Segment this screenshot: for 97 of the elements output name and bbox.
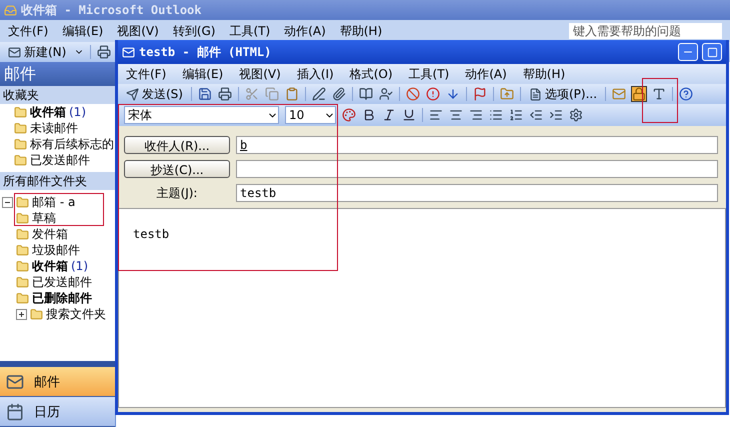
folder-icon bbox=[30, 308, 43, 320]
italic-icon[interactable] bbox=[382, 108, 396, 122]
to-field[interactable]: b bbox=[236, 136, 718, 154]
menu-item[interactable]: 工具(T) bbox=[408, 66, 450, 82]
folder-icon[interactable] bbox=[500, 87, 514, 101]
folder-item[interactable]: 发件箱 bbox=[32, 226, 68, 242]
align-center-icon[interactable] bbox=[449, 108, 463, 122]
send-button[interactable]: 发送(S) bbox=[124, 86, 185, 102]
folder-icon bbox=[14, 106, 27, 118]
high-importance-icon[interactable] bbox=[426, 87, 440, 101]
folders-header: 所有邮件文件夹 bbox=[0, 172, 115, 190]
folder-icon bbox=[14, 138, 27, 150]
document-icon bbox=[528, 88, 542, 100]
mail-icon bbox=[8, 46, 21, 58]
to-button[interactable]: 收件人(R)... bbox=[124, 136, 230, 154]
window-title: 收件箱 - Microsoft Outlook bbox=[21, 2, 202, 18]
options-button[interactable]: 选项(P)... bbox=[526, 86, 600, 102]
bullets-icon[interactable] bbox=[489, 108, 503, 122]
font-dropdown[interactable]: 宋体 bbox=[124, 106, 279, 124]
help-search-field[interactable]: 键入需要帮助的问题 bbox=[569, 23, 722, 39]
pane-title: 邮件 bbox=[0, 62, 115, 86]
flag-icon[interactable] bbox=[472, 87, 487, 101]
menu-item[interactable]: 视图(V) bbox=[239, 66, 281, 82]
menu-item[interactable]: 编辑(E) bbox=[62, 22, 104, 40]
folder-icon bbox=[16, 244, 29, 256]
highlight-frame bbox=[642, 78, 678, 123]
message-body[interactable]: testb bbox=[118, 208, 726, 408]
increase-indent-icon[interactable] bbox=[549, 108, 563, 122]
align-right-icon[interactable] bbox=[469, 108, 483, 122]
folder-icon bbox=[14, 154, 27, 166]
nav-button[interactable]: 日历 bbox=[0, 397, 115, 427]
numbering-icon[interactable] bbox=[509, 108, 523, 122]
folder-item[interactable]: 搜索文件夹 bbox=[46, 306, 106, 322]
folder-item[interactable]: 草稿 bbox=[32, 210, 56, 226]
menu-item[interactable]: 帮助(H) bbox=[340, 22, 382, 40]
underline-icon[interactable] bbox=[402, 108, 416, 122]
minimize-button[interactable] bbox=[678, 43, 698, 61]
calendar-icon bbox=[6, 402, 24, 420]
expand-toggle-icon[interactable] bbox=[16, 308, 27, 320]
check-names-icon[interactable] bbox=[378, 87, 393, 101]
collapse-toggle-icon[interactable] bbox=[2, 196, 13, 208]
folder-icon bbox=[16, 212, 29, 224]
menu-item[interactable]: 帮助(H) bbox=[522, 66, 566, 82]
mail-icon bbox=[6, 372, 24, 390]
folder-icon bbox=[16, 276, 29, 288]
decrease-indent-icon[interactable] bbox=[529, 108, 543, 122]
subject-field[interactable]: testb bbox=[236, 184, 718, 202]
font-size-icon[interactable] bbox=[652, 87, 666, 101]
folder-icon bbox=[16, 292, 29, 304]
folder-icon bbox=[14, 122, 27, 134]
folder-item[interactable]: 已删除邮件 bbox=[32, 290, 92, 306]
attach-icon[interactable] bbox=[332, 87, 346, 101]
menu-item[interactable]: 编辑(E) bbox=[182, 66, 224, 82]
cc-field[interactable] bbox=[236, 160, 718, 178]
lock-icon[interactable] bbox=[632, 87, 646, 101]
menu-item[interactable]: 插入(I) bbox=[296, 66, 334, 82]
folder-icon bbox=[16, 196, 29, 208]
mail-icon bbox=[122, 46, 135, 58]
folder-item[interactable]: 收件箱 bbox=[32, 258, 68, 274]
folder-item[interactable]: 未读邮件 bbox=[30, 120, 78, 136]
folder-item[interactable]: 垃圾邮件 bbox=[32, 242, 80, 258]
low-importance-icon[interactable] bbox=[446, 87, 460, 101]
send-icon bbox=[126, 88, 139, 100]
menu-item[interactable]: 工具(T) bbox=[229, 22, 270, 40]
menu-item[interactable]: 动作(A) bbox=[284, 22, 326, 40]
favorites-header: 收藏夹 bbox=[0, 86, 115, 104]
size-dropdown[interactable]: 10 bbox=[285, 106, 336, 124]
menu-item[interactable]: 文件(F) bbox=[126, 66, 166, 82]
unread-count: (1) bbox=[69, 105, 86, 119]
folder-item[interactable]: 收件箱 bbox=[30, 104, 66, 120]
unread-count: (1) bbox=[71, 259, 88, 273]
subject-label: 主题(J): bbox=[156, 184, 198, 202]
bold-icon[interactable] bbox=[362, 108, 376, 122]
folder-item[interactable]: 标有后续标志的 bbox=[30, 136, 114, 152]
new-button[interactable]: 新建(N) bbox=[6, 44, 68, 60]
save-icon[interactable] bbox=[198, 87, 212, 101]
menu-item[interactable]: 文件(F) bbox=[8, 22, 48, 40]
help-icon[interactable] bbox=[679, 87, 694, 101]
align-left-icon[interactable] bbox=[429, 108, 443, 122]
folder-item[interactable]: 已发送邮件 bbox=[30, 152, 90, 168]
maximize-button[interactable] bbox=[702, 43, 722, 61]
maximize-icon bbox=[706, 46, 718, 58]
menu-item[interactable]: 视图(V) bbox=[117, 22, 159, 40]
folder-icon bbox=[16, 260, 29, 272]
menu-item[interactable]: 转到(G) bbox=[172, 22, 216, 40]
compose-title: testb - 邮件 (HTML) bbox=[139, 44, 272, 60]
print-icon[interactable] bbox=[218, 87, 232, 101]
menu-item[interactable]: 格式(O) bbox=[350, 66, 393, 82]
nav-button[interactable]: 邮件 bbox=[0, 367, 115, 397]
print-icon[interactable] bbox=[97, 45, 112, 59]
address-book-icon[interactable] bbox=[358, 87, 373, 101]
paste-icon[interactable] bbox=[284, 87, 299, 101]
menu-item[interactable]: 动作(A) bbox=[465, 66, 507, 82]
cc-button[interactable]: 抄送(C)... bbox=[124, 160, 230, 178]
folder-item[interactable]: 已发送邮件 bbox=[32, 274, 92, 290]
folder-item[interactable]: 邮箱 - a bbox=[32, 194, 76, 210]
folder-icon bbox=[16, 228, 29, 240]
